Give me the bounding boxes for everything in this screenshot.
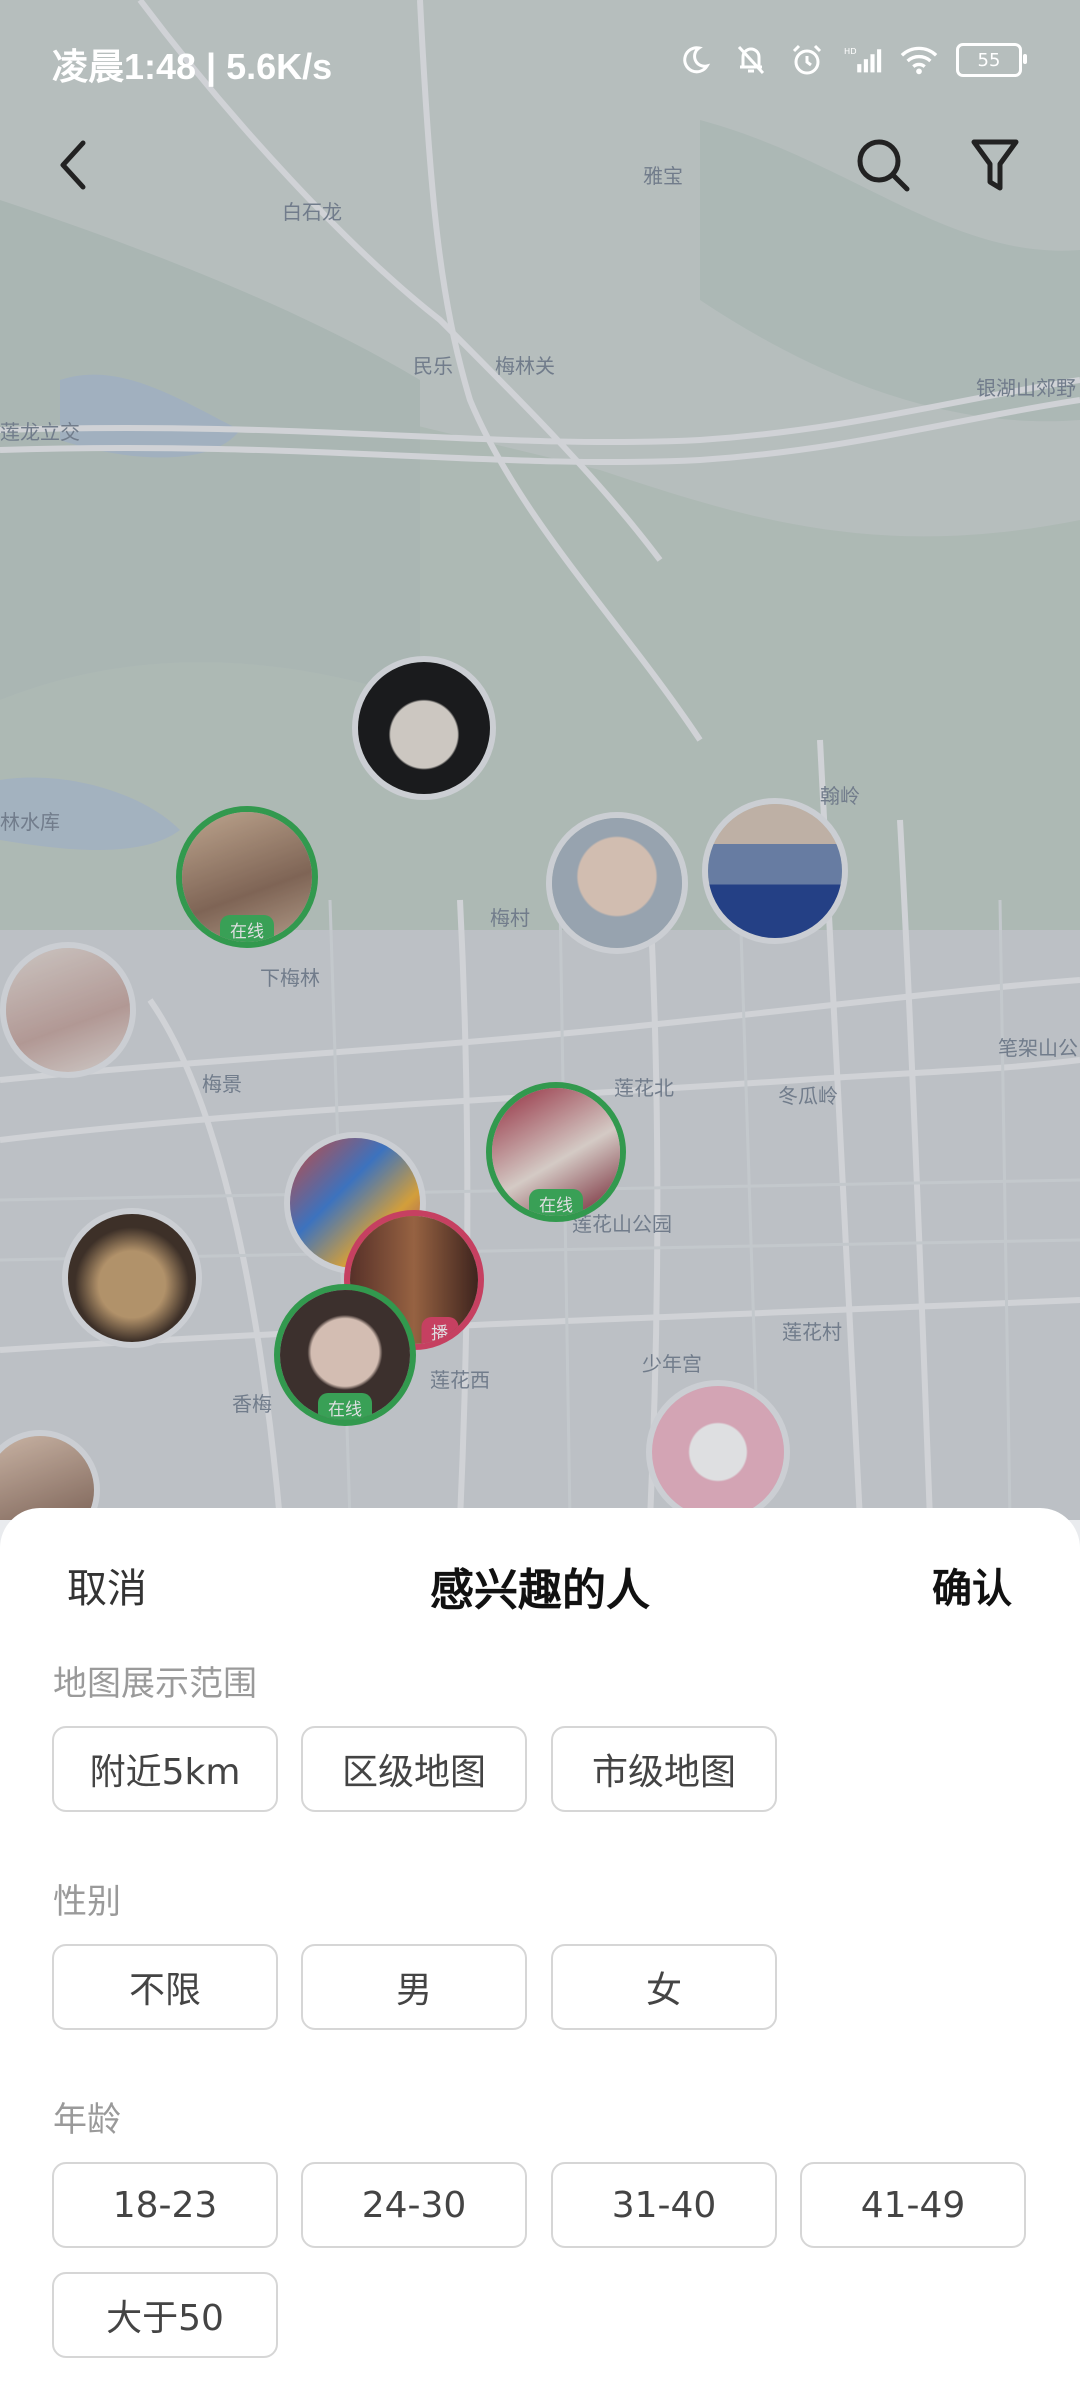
section-label-gender: 性别 [53, 1882, 121, 1922]
option-age-41-49[interactable]: 41-49 [800, 2162, 1026, 2248]
hd-signal-icon: HD [844, 42, 882, 78]
option-nearby-5km[interactable]: 附近5km [52, 1726, 278, 1812]
moon-icon [676, 42, 714, 78]
confirm-button[interactable]: 确认 [932, 1556, 1012, 1614]
sheet-header: 取消 感兴趣的人 确认 [0, 1508, 1080, 1658]
svg-text:HD: HD [844, 46, 857, 56]
section-label-age: 年龄 [53, 2100, 121, 2140]
option-age-31-40[interactable]: 31-40 [551, 2162, 777, 2248]
option-age-24-30[interactable]: 24-30 [301, 2162, 527, 2248]
bell-off-icon [732, 42, 770, 78]
back-icon[interactable] [38, 130, 108, 200]
wifi-icon [900, 42, 938, 78]
filter-icon[interactable] [960, 130, 1030, 200]
option-gender-any[interactable]: 不限 [52, 1944, 278, 2030]
sheet-title: 感兴趣的人 [430, 1565, 650, 1616]
dim-overlay [0, 0, 1080, 1520]
option-gender-female[interactable]: 女 [551, 1944, 777, 2030]
section-label-map-range: 地图展示范围 [53, 1664, 257, 1704]
filter-sheet: 取消 感兴趣的人 确认 地图展示范围 附近5km 区级地图 市级地图 性别 不限… [0, 1508, 1080, 2400]
search-icon[interactable] [848, 130, 918, 200]
option-age-18-23[interactable]: 18-23 [52, 2162, 278, 2248]
option-gender-male[interactable]: 男 [301, 1944, 527, 2030]
status-bar: 凌晨1:48 | 5.6K/s HD 55 [0, 0, 1080, 120]
battery-icon: 55 [956, 43, 1027, 77]
status-time: 凌晨1:48 | 5.6K/s [52, 46, 333, 87]
option-district-map[interactable]: 区级地图 [301, 1726, 527, 1812]
option-age-over-50[interactable]: 大于50 [52, 2272, 278, 2358]
option-city-map[interactable]: 市级地图 [551, 1726, 777, 1812]
alarm-icon [788, 42, 826, 78]
